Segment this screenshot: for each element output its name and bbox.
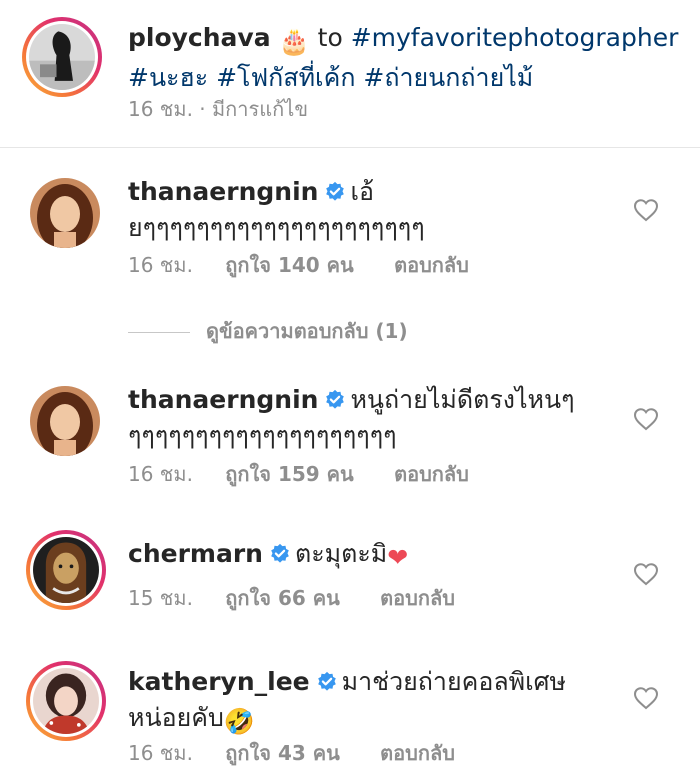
caption-divider	[0, 147, 700, 148]
comment-time: 16 ชม.	[128, 462, 193, 486]
rofl-emoji: 🤣	[223, 707, 255, 736]
ploychava-avatar-image	[29, 24, 95, 90]
katheryn-lee-avatar-image	[33, 668, 99, 734]
reply-button[interactable]: ตอบกลับ	[394, 462, 469, 486]
comments-screen: ploychava 🎂 to #myfavoritephotographer #…	[0, 0, 700, 774]
comment-text-continued: หน่อยคับ	[128, 703, 224, 732]
comment-avatar[interactable]	[26, 530, 106, 610]
comment-meta: 16 ชม. ถูกใจ 140 คน ตอบกลับ	[128, 251, 469, 279]
comment-time: 15 ชม.	[128, 586, 193, 610]
caption-avatar[interactable]	[22, 17, 102, 97]
comment-likes[interactable]: ถูกใจ 140 คน	[225, 253, 353, 277]
red-heart-emoji: ❤	[387, 543, 409, 572]
comment-text: ตะมุตะมิ	[294, 539, 388, 568]
comment-likes[interactable]: ถูกใจ 159 คน	[225, 462, 353, 486]
caption-edited: มีการแก้ไข	[212, 97, 308, 121]
post-caption: ploychava 🎂 to #myfavoritephotographer #…	[0, 0, 700, 148]
caption-hashtags[interactable]: #นะฮะ #โฟกัสที่เค้ก #ถ่ายนกถ่ายไม้	[128, 63, 533, 92]
like-heart-icon[interactable]	[633, 407, 659, 431]
caption-meta: 16 ชม. · มีการแก้ไข	[128, 95, 308, 123]
comment-text: หนูถ่ายไม่ดีตรงไหนๆ	[350, 385, 575, 414]
comment-username[interactable]: chermarn	[128, 539, 263, 568]
caption-to-text: to	[317, 23, 343, 52]
comment-text: เอ้	[350, 177, 374, 206]
comment-likes[interactable]: ถูกใจ 66 คน	[225, 586, 340, 610]
thanaerngnin-avatar-image	[30, 386, 100, 456]
comment-meta: 16 ชม. ถูกใจ 159 คน ตอบกลับ	[128, 460, 469, 488]
comment-avatar[interactable]	[30, 178, 100, 248]
verified-badge-icon	[324, 181, 346, 203]
chermarn-avatar-image	[33, 537, 99, 603]
like-heart-icon[interactable]	[633, 686, 659, 710]
comment-username[interactable]: thanaerngnin	[128, 385, 318, 414]
caption-time: 16 ชม.	[128, 97, 193, 121]
reply-button[interactable]: ตอบกลับ	[380, 741, 455, 765]
cake-emoji: 🎂	[278, 27, 310, 56]
view-replies-rule	[128, 332, 190, 333]
comment-text: มาช่วยถ่ายคอลพิเศษ	[341, 667, 567, 696]
view-replies-link[interactable]: ดูข้อความตอบกลับ (1)	[128, 317, 408, 345]
view-replies-label[interactable]: ดูข้อความตอบกลับ (1)	[206, 319, 408, 343]
comment-time: 16 ชม.	[128, 741, 193, 765]
thanaerngnin-avatar-image	[30, 178, 100, 248]
verified-badge-icon	[269, 543, 291, 565]
caption-username[interactable]: ploychava	[128, 23, 271, 52]
caption-mention-tag[interactable]: #myfavoritephotographer	[351, 23, 679, 52]
comment-meta: 16 ชม. ถูกใจ 43 คน ตอบกลับ	[128, 739, 455, 767]
comment-time: 16 ชม.	[128, 253, 193, 277]
comment-text-continued: ๆๆๆๆๆๆๆๆๆๆๆๆๆๆๆๆๆๆๆๆ	[128, 421, 397, 450]
comment-avatar[interactable]	[30, 386, 100, 456]
verified-badge-icon	[324, 389, 346, 411]
reply-button[interactable]: ตอบกลับ	[394, 253, 469, 277]
caption-separator: ·	[199, 97, 206, 121]
comment-username[interactable]: katheryn_lee	[128, 667, 310, 696]
comment-username[interactable]: thanaerngnin	[128, 177, 318, 206]
comment-meta: 15 ชม. ถูกใจ 66 คน ตอบกลับ	[128, 584, 455, 612]
comment-avatar[interactable]	[26, 661, 106, 741]
comment-likes[interactable]: ถูกใจ 43 คน	[225, 741, 340, 765]
like-heart-icon[interactable]	[633, 198, 659, 222]
reply-button[interactable]: ตอบกลับ	[380, 586, 455, 610]
verified-badge-icon	[316, 671, 338, 693]
like-heart-icon[interactable]	[633, 562, 659, 586]
comment-text-continued: ยๆๆๆๆๆๆๆๆๆๆๆๆๆๆๆๆๆๆๆๆๆ	[128, 213, 425, 242]
